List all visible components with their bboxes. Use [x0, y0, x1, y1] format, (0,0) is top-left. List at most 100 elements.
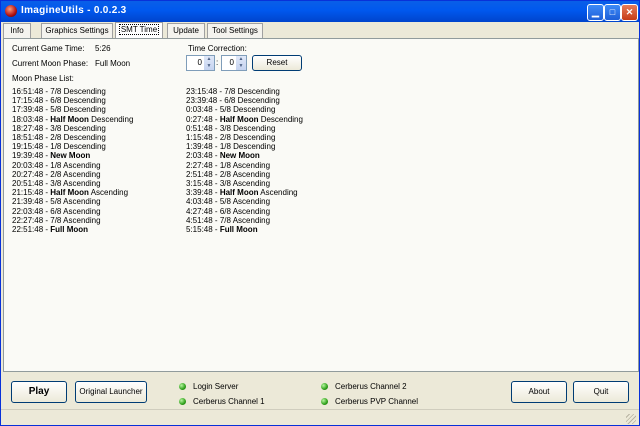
tab-smt-time[interactable]: SMT Time: [115, 22, 163, 39]
phase-time: 3:15:48 -: [186, 179, 220, 188]
phase-name: Ascending: [258, 188, 298, 198]
minimize-button[interactable]: ▁: [587, 4, 604, 21]
tab-graphics-settings[interactable]: Graphics Settings: [41, 23, 113, 38]
phase-name: 1/8 Ascending: [219, 160, 271, 170]
phase-name: 6/8 Descending: [224, 96, 280, 106]
phase-time: 17:15:48 -: [12, 96, 51, 106]
phase-time: 1:39:48 -: [186, 142, 220, 152]
maximize-button[interactable]: □: [604, 4, 621, 21]
phase-name: 1/8 Descending: [50, 142, 106, 152]
phase-list-item: 4:51:48 - 7/8 Ascending: [186, 216, 270, 225]
phase-name: Ascending: [88, 188, 129, 198]
reset-button[interactable]: Reset: [252, 55, 302, 71]
correction-separator: :: [216, 58, 219, 67]
phase-list-item: 23:15:48 - 7/8 Descending: [186, 87, 280, 96]
phase-time: 18:03:48 -: [12, 114, 51, 124]
phase-list-item: 18:51:48 - 2/8 Descending: [12, 133, 106, 142]
login-server-label: Login Server: [193, 382, 239, 391]
maximize-icon: □: [609, 7, 616, 17]
status-bar: [1, 409, 639, 425]
close-icon: ✕: [625, 7, 634, 17]
phase-list-item: 4:03:48 - 5/8 Ascending: [186, 197, 270, 206]
phase-list-item: 19:15:48 - 1/8 Descending: [12, 142, 106, 151]
phase-time: 4:27:48 -: [186, 206, 220, 216]
phase-time: 4:51:48 -: [186, 215, 220, 225]
phase-name: 6/8 Ascending: [219, 206, 271, 216]
phase-time: 3:39:48 -: [186, 188, 220, 198]
game-time-label: Current Game Time:: [12, 44, 85, 53]
phase-time: 23:15:48 -: [186, 87, 225, 96]
phase-name-bold: New Moon: [219, 151, 260, 161]
phase-list-item: 20:03:48 - 1/8 Ascending: [12, 161, 101, 170]
quit-button[interactable]: Quit: [573, 381, 629, 403]
resize-grip-icon[interactable]: [626, 414, 636, 424]
spinner-arrows-icon[interactable]: ▲ ▼: [204, 56, 214, 70]
correction-minutes-value: 0: [229, 58, 234, 67]
phase-name-bold: Half Moon: [50, 114, 89, 124]
phase-time: 20:03:48 -: [12, 160, 51, 170]
phase-list-item: 5:15:48 - Full Moon: [186, 225, 258, 234]
phase-name: 3/8 Descending: [50, 123, 106, 133]
original-launcher-button[interactable]: Original Launcher: [75, 381, 147, 403]
moon-phase-list-label: Moon Phase List:: [12, 74, 74, 83]
phase-time: 20:27:48 -: [12, 169, 51, 179]
cerberus-channel-2-label: Cerberus Channel 2: [335, 382, 407, 391]
phase-list-item: 21:15:48 - Half Moon Ascending: [12, 188, 128, 197]
close-button[interactable]: ✕: [621, 4, 638, 21]
phase-name: 7/8 Ascending: [50, 215, 101, 225]
phase-time: 22:51:48 -: [12, 225, 51, 234]
smt-time-panel: Current Game Time: 5:26 Current Moon Pha…: [3, 38, 639, 372]
phase-name: 6/8 Ascending: [50, 206, 101, 216]
phase-time: 18:51:48 -: [12, 133, 51, 142]
phase-name: 3/8 Ascending: [50, 179, 101, 188]
tab-tool-settings[interactable]: Tool Settings: [207, 23, 263, 38]
tab-info[interactable]: Info: [3, 23, 31, 38]
phase-time: 17:39:48 -: [12, 105, 51, 115]
phase-name: 2/8 Ascending: [219, 169, 271, 179]
phase-list-item: 1:15:48 - 2/8 Descending: [186, 133, 275, 142]
phase-time: 19:15:48 -: [12, 142, 51, 152]
phase-list-item: 22:27:48 - 7/8 Ascending: [12, 216, 101, 225]
play-button[interactable]: Play: [11, 381, 67, 403]
tab-update[interactable]: Update: [167, 23, 205, 38]
phase-name-bold: Full Moon: [50, 225, 89, 234]
login-server-status-icon: [179, 383, 186, 390]
phase-time: 22:03:48 -: [12, 206, 51, 216]
moon-phase-value: Full Moon: [95, 59, 131, 68]
cerberus-pvp-channel-label: Cerberus PVP Channel: [335, 397, 419, 406]
phase-list-item: 18:03:48 - Half Moon Descending: [12, 115, 133, 124]
cerberus-channel-2-status-icon: [321, 383, 328, 390]
phase-list-item: 0:51:48 - 3/8 Descending: [186, 124, 275, 133]
phase-time: 4:03:48 -: [186, 197, 220, 207]
phase-list-item: 18:27:48 - 3/8 Descending: [12, 124, 106, 133]
phase-name: 1/8 Ascending: [50, 160, 101, 170]
tab-smt-time-label: SMT Time: [118, 24, 160, 35]
title-bar[interactable]: ImagineUtils - 0.0.2.3 ▁ □ ✕: [1, 1, 639, 22]
app-icon: [5, 5, 17, 17]
phase-time: 19:39:48 -: [12, 151, 51, 161]
correction-hours-spinner[interactable]: 0 ▲ ▼: [186, 55, 215, 71]
phase-time: 2:03:48 -: [186, 151, 220, 161]
phase-time: 5:15:48 -: [186, 225, 220, 234]
phase-name: 1/8 Descending: [219, 142, 276, 152]
phase-name: 3/8 Descending: [219, 123, 276, 133]
moon-phase-label: Current Moon Phase:: [12, 59, 89, 68]
game-time-value: 5:26: [95, 44, 111, 53]
phase-name: 3/8 Ascending: [219, 179, 271, 188]
phase-list-item: 2:27:48 - 1/8 Ascending: [186, 161, 270, 170]
phase-time: 0:27:48 -: [186, 114, 220, 124]
time-correction-label: Time Correction:: [188, 44, 247, 53]
correction-hours-value: 0: [197, 58, 202, 67]
phase-name: 7/8 Ascending: [219, 215, 271, 225]
about-button[interactable]: About: [511, 381, 567, 403]
phase-name-bold: Half Moon: [50, 188, 89, 198]
phase-time: 2:51:48 -: [186, 169, 220, 179]
correction-minutes-spinner[interactable]: 0 ▲ ▼: [221, 55, 247, 71]
spinner-arrows-icon[interactable]: ▲ ▼: [236, 56, 246, 70]
phase-time: 21:39:48 -: [12, 197, 51, 207]
phase-time: 18:27:48 -: [12, 123, 51, 133]
cerberus-channel-1-status-icon: [179, 398, 186, 405]
phase-name: 7/8 Descending: [224, 87, 280, 96]
phase-list-item: 22:51:48 - Full Moon: [12, 225, 88, 234]
phase-list-item: 21:39:48 - 5/8 Ascending: [12, 197, 101, 206]
